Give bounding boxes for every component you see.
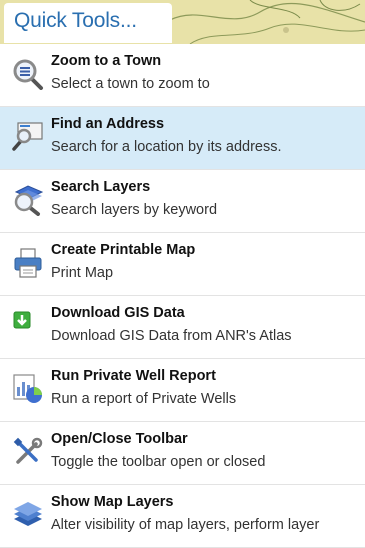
tool-name: Open/Close Toolbar — [51, 431, 188, 447]
tool-name: Download GIS Data — [51, 305, 185, 321]
tool-show-map-layers[interactable]: Show Map Layers Alter visibility of map … — [0, 485, 365, 548]
tool-description: Search for a location by its address. — [51, 139, 282, 155]
tool-name: Show Map Layers — [51, 494, 174, 510]
quick-tools-list: Zoom to a Town Select a town to zoom to … — [0, 44, 365, 548]
find-address-icon — [12, 122, 43, 151]
tool-name: Search Layers — [51, 179, 151, 195]
magnifier-list-icon — [13, 59, 43, 90]
printer-icon — [14, 248, 42, 278]
tool-description: Search layers by keyword — [51, 202, 218, 218]
panel-title: Quick Tools... — [14, 9, 137, 32]
tool-name: Zoom to a Town — [51, 53, 162, 69]
tool-find-address[interactable]: Find an Address Search for a location by… — [0, 107, 365, 170]
tool-description: Alter visibility of map layers, perform … — [51, 517, 320, 533]
title-tab: Quick Tools... — [4, 3, 172, 43]
tool-description: Toggle the toolbar open or closed — [51, 454, 266, 470]
tool-create-printable-map[interactable]: Create Printable Map Print Map — [0, 233, 365, 296]
tools-icon — [13, 437, 43, 464]
tool-description: Print Map — [51, 265, 114, 281]
tool-name: Create Printable Map — [51, 242, 196, 258]
tool-run-private-well-report[interactable]: Run Private Well Report Run a report of … — [0, 359, 365, 422]
tool-zoom-to-town[interactable]: Zoom to a Town Select a town to zoom to — [0, 44, 365, 107]
tool-description: Run a report of Private Wells — [51, 391, 237, 407]
tool-description: Select a town to zoom to — [51, 76, 210, 92]
tool-description: Download GIS Data from ANR's Atlas — [51, 328, 292, 344]
download-icon — [13, 311, 31, 329]
tool-name: Run Private Well Report — [51, 368, 216, 384]
map-header: Quick Tools... — [0, 0, 365, 44]
tool-download-gis-data[interactable]: Download GIS Data Download GIS Data from… — [0, 296, 365, 359]
layers-icon — [14, 502, 42, 526]
tool-open-close-toolbar[interactable]: Open/Close Toolbar Toggle the toolbar op… — [0, 422, 365, 485]
report-chart-icon — [13, 374, 42, 403]
search-layers-icon — [14, 185, 44, 216]
tool-search-layers[interactable]: Search Layers Search layers by keyword — [0, 170, 365, 233]
tool-name: Find an Address — [51, 116, 165, 132]
